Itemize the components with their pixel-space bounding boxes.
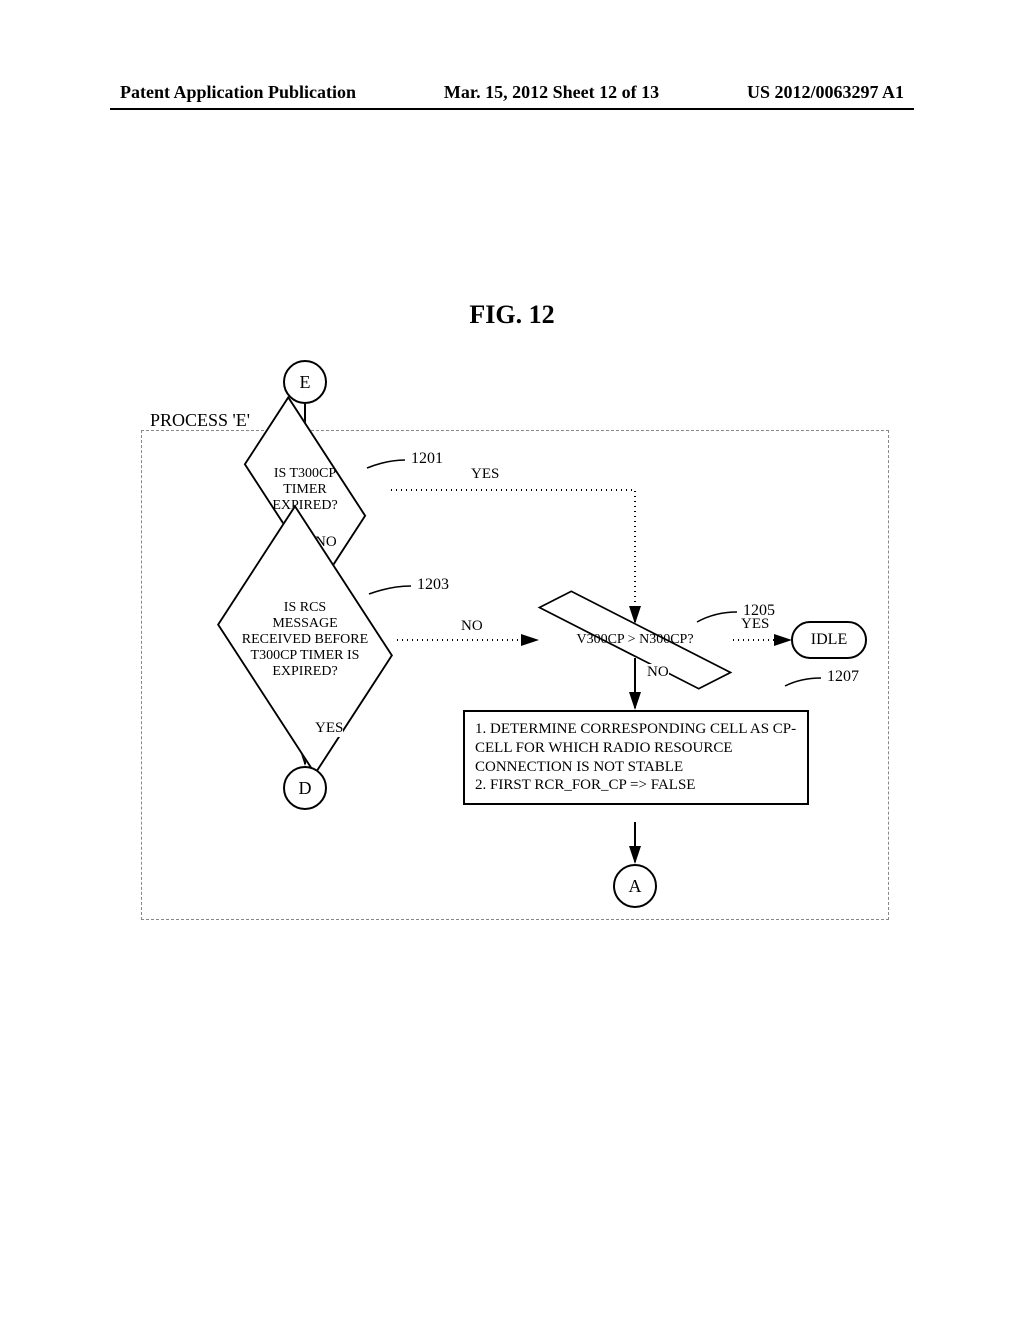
edge-1201-yes: YES: [471, 466, 499, 483]
decision-1201: IS T300CPTIMEREXPIRED?: [235, 450, 375, 530]
ref-1207: 1207: [827, 668, 859, 686]
connector-a-label: A: [629, 876, 642, 897]
edge-1205-yes: YES: [741, 616, 769, 633]
terminator-idle-text: IDLE: [811, 631, 847, 649]
header-center: Mar. 15, 2012 Sheet 12 of 13: [444, 82, 659, 103]
connector-d: D: [283, 766, 327, 810]
decision-1201-text: IS T300CPTIMEREXPIRED?: [240, 466, 370, 514]
connector-d-label: D: [299, 778, 312, 799]
edge-1203-yes: YES: [315, 720, 343, 737]
header-rule: [110, 108, 914, 110]
edge-1205-no: NO: [647, 664, 669, 681]
ref-1203: 1203: [417, 576, 449, 594]
decision-1205: V300CP > N300CP?: [549, 622, 721, 658]
terminator-idle: IDLE: [791, 621, 867, 659]
decision-1205-text: V300CP > N300CP?: [550, 632, 720, 648]
process-1207: 1. DETERMINE CORRESPONDING CELL AS CP-CE…: [463, 710, 809, 805]
edge-1203-no: NO: [461, 618, 483, 635]
flowchart: PROCESS 'E': [135, 360, 895, 940]
decision-1203: IS RCSMESSAGERECEIVED BEFORET300CP TIMER…: [217, 570, 393, 710]
ref-1201: 1201: [411, 450, 443, 468]
connector-e-label: E: [300, 372, 311, 393]
process-1207-text: 1. DETERMINE CORRESPONDING CELL AS CP-CE…: [475, 721, 796, 793]
header-right: US 2012/0063297 A1: [747, 82, 904, 103]
connector-a: A: [613, 864, 657, 908]
decision-1203-text: IS RCSMESSAGERECEIVED BEFORET300CP TIMER…: [220, 600, 390, 680]
page-header: Patent Application Publication Mar. 15, …: [120, 82, 904, 103]
figure-title: FIG. 12: [0, 300, 1024, 330]
header-left: Patent Application Publication: [120, 82, 356, 103]
